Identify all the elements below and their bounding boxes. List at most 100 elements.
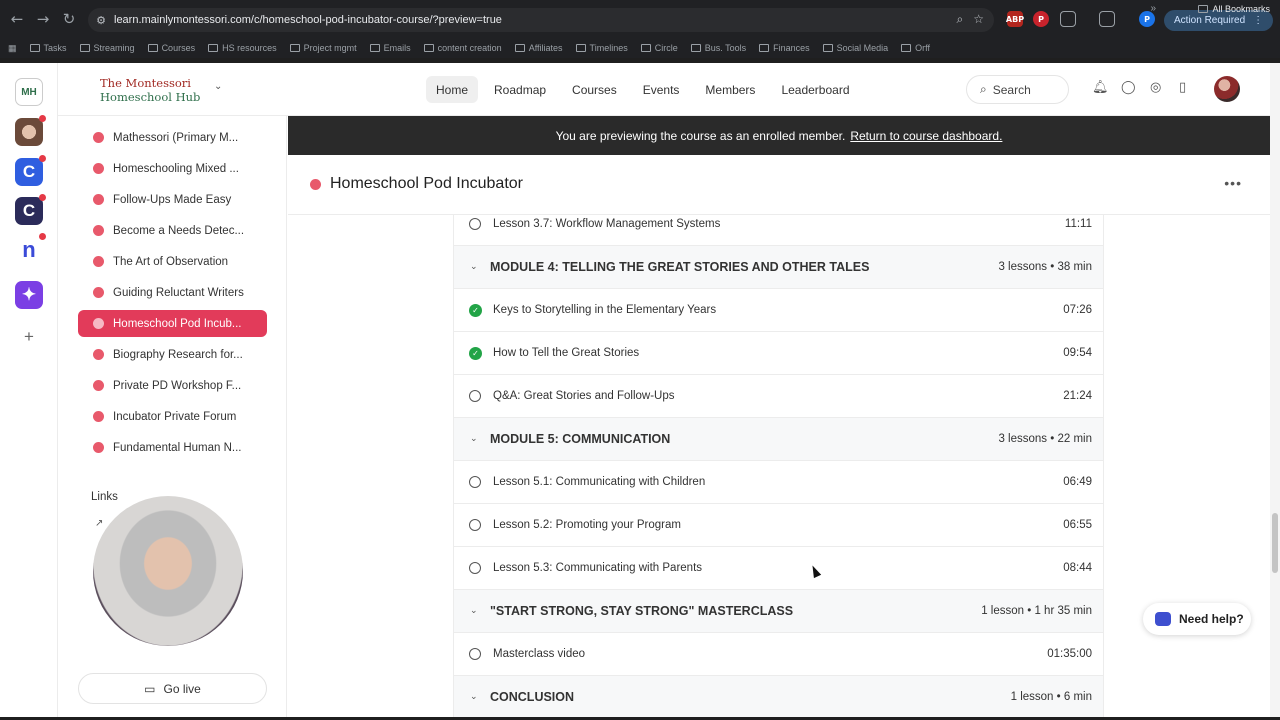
bookmark-star-icon[interactable]: ☆: [973, 12, 984, 27]
adblock-extension-icon[interactable]: ABP: [1006, 11, 1024, 27]
need-help-button[interactable]: Need help?: [1143, 603, 1251, 635]
bookmark-item[interactable]: Social Media: [822, 43, 888, 53]
sidebar-item[interactable]: The Art of Observation: [78, 248, 267, 275]
module-header[interactable]: ⌄ MODULE 5: COMMUNICATION 3 lessons • 22 m…: [454, 418, 1103, 461]
bookmark-item[interactable]: HS resources: [208, 43, 277, 53]
search-label: Search: [992, 82, 1031, 97]
community-c-icon[interactable]: C: [15, 155, 46, 186]
folder-icon: [640, 44, 651, 52]
sidebar-item[interactable]: Homeschool Pod Incub...: [78, 310, 267, 337]
chat-icon[interactable]: ◯: [1121, 80, 1136, 95]
sidebar-item[interactable]: Mathessori (Primary M...: [78, 124, 267, 151]
community-logo-icon[interactable]: MH: [15, 78, 43, 106]
bookmark-item[interactable]: Finances: [759, 43, 810, 53]
lesson-row[interactable]: ✓ How to Tell the Great Stories 09:54: [454, 332, 1103, 375]
apps-icon[interactable]: ▦: [8, 43, 17, 54]
sidebar-item[interactable]: Follow-Ups Made Easy: [78, 186, 267, 213]
chevron-down-icon[interactable]: ⌄: [470, 434, 478, 444]
nav-item-members[interactable]: Members: [695, 76, 765, 103]
zoom-icon[interactable]: ⌕: [957, 12, 964, 27]
site-logo[interactable]: The Montessori Homeschool Hub: [100, 76, 200, 104]
bookmark-label: Timelines: [589, 43, 628, 53]
lesson-row[interactable]: Masterclass video 01:35:00: [454, 633, 1103, 676]
module-header[interactable]: ⌄ MODULE 4: TELLING THE GREAT STORIES AND…: [454, 246, 1103, 289]
back-icon[interactable]: ←: [4, 6, 30, 32]
address-bar[interactable]: ⚙ learn.mainlymontessori.com/c/homeschoo…: [88, 8, 994, 32]
bookmark-label: Bus. Tools: [704, 43, 747, 53]
lesson-row[interactable]: Lesson 5.3: Communicating with Parents 08…: [454, 547, 1103, 590]
chevron-down-icon[interactable]: ⌄: [214, 81, 222, 92]
bookmark-item[interactable]: Project mgmt: [289, 43, 357, 53]
bookmark-icon[interactable]: ▯: [1179, 80, 1186, 95]
sidebar-item[interactable]: Homeschooling Mixed ...: [78, 155, 267, 182]
forward-icon[interactable]: →: [30, 6, 56, 32]
user-avatar[interactable]: [1214, 76, 1240, 102]
sidebar-item[interactable]: Private PD Workshop F...: [78, 372, 267, 399]
chevron-down-icon[interactable]: ⌄: [470, 606, 478, 616]
sidebar-item[interactable]: Fundamental Human N...: [78, 434, 267, 461]
space-dot-icon: [93, 380, 104, 391]
community-avatar-icon[interactable]: [15, 115, 46, 146]
sidebar-item[interactable]: Incubator Private Forum: [78, 403, 267, 430]
bell-icon[interactable]: 🔔︎: [1092, 80, 1109, 95]
bookmark-item[interactable]: Timelines: [575, 43, 628, 53]
nav-item-courses[interactable]: Courses: [562, 76, 627, 103]
community-c-dark-icon[interactable]: C: [15, 194, 46, 225]
pinterest-extension-icon[interactable]: P: [1033, 11, 1049, 27]
external-link-icon[interactable]: ↗: [95, 518, 103, 529]
return-to-dashboard-link[interactable]: Return to course dashboard.: [850, 129, 1002, 143]
bookmark-item[interactable]: Courses: [147, 43, 195, 53]
nav-item-home[interactable]: Home: [426, 76, 479, 103]
search-button[interactable]: ⌕ Search: [966, 75, 1069, 104]
scrollbar-thumb[interactable]: [1272, 513, 1278, 573]
nav-item-leaderboard[interactable]: Leaderboard: [771, 76, 859, 103]
bookmark-item[interactable]: Circle: [640, 43, 678, 53]
module-header[interactable]: ⌄ CONCLUSION 1 lesson • 6 min: [454, 676, 1103, 717]
reload-icon[interactable]: ↻: [56, 6, 82, 32]
extensions-icon[interactable]: [1060, 11, 1076, 27]
bookmark-label: Circle: [654, 43, 678, 53]
lesson-row[interactable]: Q&A: Great Stories and Follow-Ups 21:24: [454, 375, 1103, 418]
go-live-button[interactable]: ▭ Go live: [78, 673, 267, 704]
lesson-row[interactable]: Lesson 3.7: Workflow Management Systems 1…: [454, 215, 1103, 246]
sidebar-item-label: Mathessori (Primary M...: [113, 131, 239, 144]
nav-item-events[interactable]: Events: [633, 76, 690, 103]
all-bookmarks-button[interactable]: All Bookmarks: [1198, 4, 1270, 14]
sidepanel-icon[interactable]: [1099, 11, 1115, 27]
add-community-icon[interactable]: +: [15, 323, 43, 351]
module-header[interactable]: ⌄ "START STRONG, STAY STRONG" MASTERCLASS…: [454, 590, 1103, 633]
incomplete-circle-icon: [469, 390, 481, 402]
sidebar-item[interactable]: Become a Needs Detec...: [78, 217, 267, 244]
chevron-down-icon[interactable]: ⌄: [470, 262, 478, 272]
sidebar-item[interactable]: Guiding Reluctant Writers: [78, 279, 267, 306]
lesson-row[interactable]: Lesson 5.2: Promoting your Program 06:55: [454, 504, 1103, 547]
lesson-duration: 09:54: [1063, 347, 1092, 359]
bookmark-item[interactable]: Emails: [369, 43, 411, 53]
more-options-icon[interactable]: •••: [1224, 175, 1242, 191]
bookmarks-overflow-icon[interactable]: »: [1150, 3, 1156, 14]
sparkle-icon[interactable]: ✦: [15, 281, 43, 309]
folder-icon: [1198, 5, 1209, 13]
sidebar-item[interactable]: Biography Research for...: [78, 341, 267, 368]
lesson-row[interactable]: Lesson 5.1: Communicating with Children 0…: [454, 461, 1103, 504]
site-settings-icon[interactable]: ⚙: [88, 14, 114, 27]
nav-item-roadmap[interactable]: Roadmap: [484, 76, 556, 103]
bookmark-list: Tasks Streaming Courses HS resources Project…: [29, 43, 944, 53]
bookmark-item[interactable]: Affiliates: [514, 43, 563, 53]
bookmark-item[interactable]: content creation: [423, 43, 502, 53]
module-meta: 3 lessons • 38 min: [998, 261, 1092, 273]
bookmark-label: Tasks: [43, 43, 67, 53]
community-n-icon[interactable]: n: [15, 233, 46, 264]
lesson-row[interactable]: ✓ Keys to Storytelling in the Elementary …: [454, 289, 1103, 332]
lesson-title: How to Tell the Great Stories: [493, 347, 640, 359]
chevron-down-icon[interactable]: ⌄: [470, 692, 478, 702]
bookmark-item[interactable]: Streaming: [79, 43, 135, 53]
go-live-label: Go live: [163, 681, 201, 696]
incomplete-circle-icon: [469, 562, 481, 574]
bookmark-item[interactable]: Bus. Tools: [690, 43, 747, 53]
page-scrollbar[interactable]: [1270, 63, 1280, 717]
bookmark-item[interactable]: Tasks: [29, 43, 67, 53]
incomplete-circle-icon: [469, 218, 481, 230]
messages-icon[interactable]: ◎: [1150, 80, 1161, 95]
bookmark-item[interactable]: Orff: [901, 43, 930, 53]
